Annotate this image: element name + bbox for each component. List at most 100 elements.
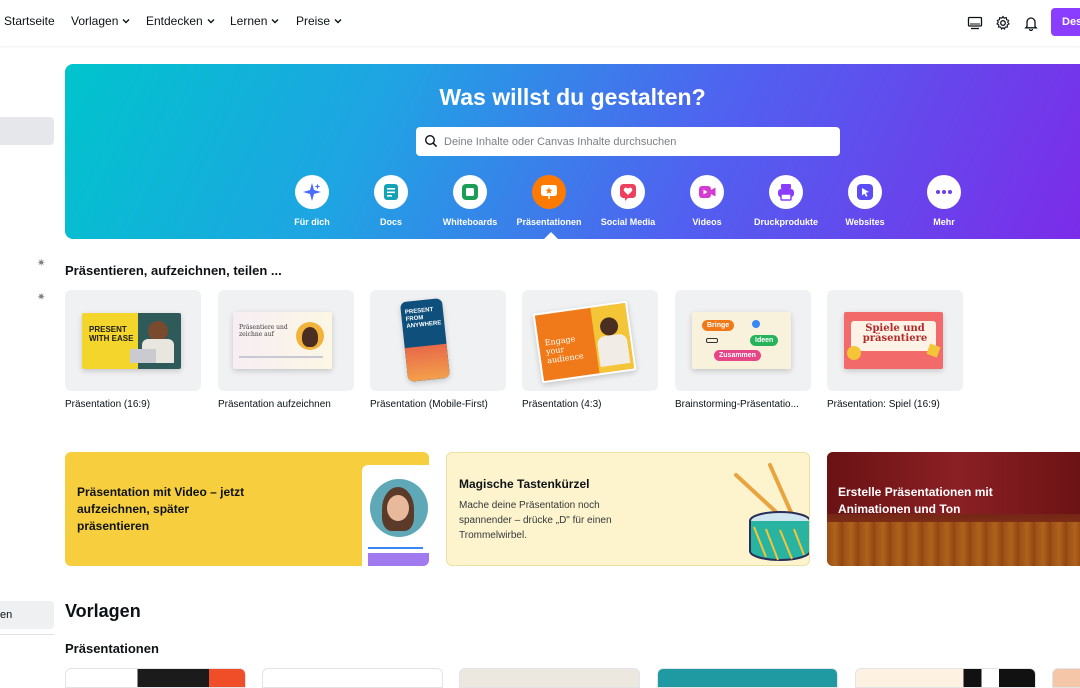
nav-label: Entdecken (146, 14, 203, 28)
category-label: Websites (845, 217, 885, 227)
category-label: Whiteboards (442, 217, 498, 227)
nav-entdecken[interactable]: Entdecken (146, 14, 216, 28)
promo-title: Magische Tastenkürzel (459, 477, 590, 491)
thumbnail-text: Präsentiere und zeichne auf (239, 324, 288, 338)
printer-icon (778, 184, 794, 201)
promo-video-preview (362, 465, 429, 566)
gear-icon[interactable] (992, 12, 1014, 34)
template-tile[interactable]: PRESENT WITH EASE (65, 290, 201, 391)
presentation-icon (541, 185, 557, 199)
heart-icon (620, 184, 636, 201)
category-label: Videos (692, 217, 722, 227)
chevron-down-icon (207, 19, 215, 24)
nav-label: Startseite (4, 14, 55, 28)
section-title: Präsentieren, aufzeichnen, teilen ... (65, 263, 282, 278)
category-circle (611, 175, 645, 209)
drum-icon (734, 463, 809, 561)
nav-vorlagen[interactable]: Vorlagen (71, 14, 131, 28)
search-icon (424, 134, 438, 148)
cursor-icon (857, 184, 873, 200)
nav-lernen[interactable]: Lernen (230, 14, 280, 28)
template-tile[interactable]: Präsentiere und zeichne auf (218, 290, 354, 391)
thumbnail-text: Spiele und präsentiere (862, 323, 928, 344)
whiteboard-icon (462, 184, 478, 200)
template-card[interactable] (459, 668, 640, 688)
category-label: Druckprodukte (753, 217, 818, 227)
bubble-label: Bringe (702, 320, 735, 331)
template-thumbnail: Bringe Ideen Zusammen (692, 312, 791, 369)
hero-banner: Was willst du gestalten? Für dich Docs W… (65, 64, 1080, 239)
category-docs[interactable]: Docs (351, 175, 431, 227)
template-tile[interactable]: PRESENT FROM ANYWHERE (370, 290, 506, 391)
thumbnail-text: PRESENT WITH EASE (89, 325, 134, 343)
chevron-down-icon (271, 19, 279, 24)
promo-title: Erstelle Präsentationen mit Animationen … (838, 485, 993, 516)
chevron-down-icon (122, 19, 130, 24)
category-mehr[interactable]: Mehr (904, 175, 984, 227)
search-box[interactable] (416, 127, 840, 156)
template-thumbnail: PRESENT WITH EASE (82, 313, 181, 369)
desktop-icon[interactable] (964, 12, 986, 34)
template-thumbnail: PRESENT FROM ANYWHERE (399, 298, 451, 382)
bell-icon[interactable] (1020, 12, 1042, 34)
category-websites[interactable]: Websites (825, 175, 905, 227)
template-tile[interactable]: Spiele und präsentiere (827, 290, 963, 391)
promo-card-shortcuts[interactable]: Magische Tastenkürzel Mache deine Präsen… (446, 452, 810, 566)
category-circle (295, 175, 329, 209)
promo-card-video[interactable]: Präsentation mit Video – jetzt aufzeichn… (65, 452, 429, 566)
bubble-label: Zusammen (714, 350, 761, 361)
category-druckprodukte[interactable]: Druckprodukte (746, 175, 826, 227)
template-tile[interactable]: Engage your audience (522, 290, 658, 391)
template-card[interactable] (855, 668, 1036, 688)
sparkle-icon: ✷ (37, 258, 46, 269)
template-tile[interactable]: Bringe Ideen Zusammen (675, 290, 811, 391)
category-social-media[interactable]: Social Media (588, 175, 668, 227)
template-card[interactable] (65, 668, 246, 688)
category-circle (848, 175, 882, 209)
category-circle (927, 175, 961, 209)
sparkle-icon (303, 183, 321, 201)
nav-label: Lernen (230, 14, 268, 28)
category-circle (374, 175, 408, 209)
design-button[interactable]: Des (1051, 8, 1080, 36)
category-label: Docs (379, 217, 402, 227)
category-label: Mehr (933, 217, 955, 227)
template-card[interactable] (657, 668, 838, 688)
template-label: Präsentation (4:3) (522, 399, 602, 410)
promo-card-animations[interactable]: Erstelle Präsentationen mit Animationen … (827, 452, 1080, 566)
sidebar-active-item[interactable] (0, 117, 54, 145)
category-circle (453, 175, 487, 209)
template-label: Präsentation (16:9) (65, 399, 151, 410)
category-whiteboards[interactable]: Whiteboards (430, 175, 510, 227)
nav-startseite[interactable]: Startseite (4, 14, 55, 28)
template-card[interactable] (262, 668, 443, 688)
promo-title: Präsentation mit Video – jetzt aufzeichn… (77, 485, 245, 533)
category-fuer-dich[interactable]: Für dich (272, 175, 352, 227)
top-nav: Startseite Vorlagen Entdecken Lernen Pre… (0, 0, 1080, 46)
bubble-label: Ideen (750, 335, 779, 346)
template-thumbnail: Spiele und präsentiere (844, 312, 943, 369)
template-label: Brainstorming-Präsentatio... (675, 399, 799, 410)
thumbnail-text: Engage your audience (544, 334, 585, 366)
template-label: Präsentation (Mobile-First) (370, 399, 488, 410)
nav-label: Vorlagen (71, 14, 119, 28)
more-icon (936, 190, 952, 194)
sparkle-icon: ✷ (37, 292, 46, 303)
thumbnail-text: PRESENT FROM ANYWHERE (404, 306, 442, 330)
sidebar-divider (0, 634, 54, 635)
search-input[interactable] (444, 132, 824, 151)
category-praesentationen[interactable]: Präsentationen (509, 175, 589, 227)
video-icon (699, 186, 716, 198)
category-circle (532, 175, 566, 209)
category-videos[interactable]: Videos (667, 175, 747, 227)
nav-preise[interactable]: Preise (296, 14, 343, 28)
promo-text: Mache deine Präsentation noch spannender… (459, 500, 612, 541)
active-category-pointer (544, 232, 558, 239)
sidebar-item[interactable]: en (0, 601, 54, 629)
doc-icon (384, 184, 398, 200)
template-card[interactable] (1052, 668, 1080, 688)
category-label: Social Media (600, 217, 656, 227)
template-thumbnail: Präsentiere und zeichne auf (233, 312, 332, 369)
templates-subheading: Präsentationen (65, 641, 159, 656)
category-label: Für dich (294, 217, 330, 227)
